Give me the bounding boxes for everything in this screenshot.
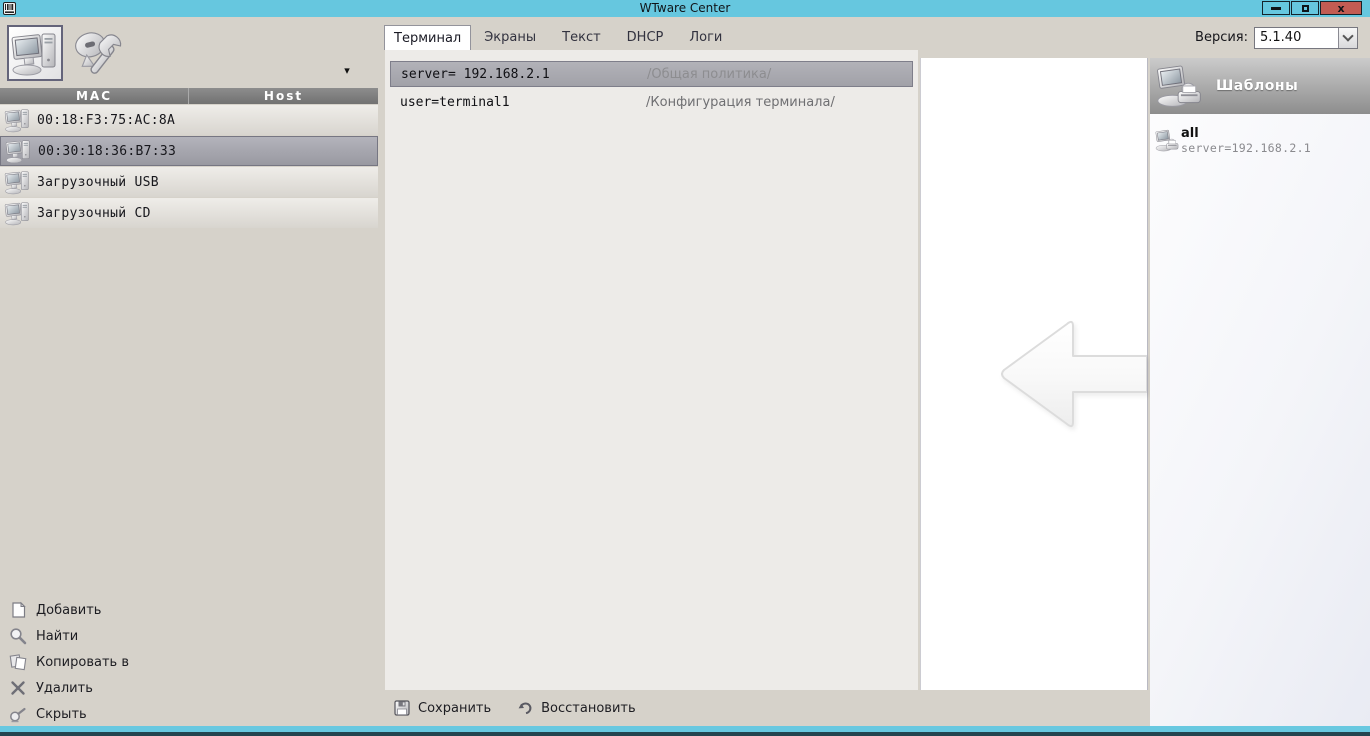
- computer-icon: [4, 169, 31, 195]
- find-label: Найти: [36, 629, 78, 644]
- template-detail: server=192.168.2.1: [1181, 141, 1311, 155]
- tab-dhcp[interactable]: DHCP: [614, 25, 677, 50]
- config-row-selected[interactable]: server= 192.168.2.1 /Общая политика/: [390, 61, 913, 87]
- template-name: all: [1181, 126, 1199, 141]
- chevron-down-icon: ▾: [344, 64, 350, 77]
- undo-icon: [517, 700, 533, 716]
- terminal-mac: 00:30:18:36:B7:33: [38, 144, 176, 159]
- terminal-row[interactable]: Загрузочный USB: [0, 167, 378, 197]
- list-options-dropdown[interactable]: ▾: [336, 60, 358, 80]
- floppy-icon: [394, 700, 410, 716]
- add-button[interactable]: Добавить: [0, 597, 378, 623]
- search-icon: [9, 627, 27, 645]
- minimize-icon: [1271, 7, 1281, 10]
- maximize-button[interactable]: [1291, 1, 1319, 15]
- terminal-config-panel: server= 192.168.2.1 /Общая политика/ use…: [385, 50, 918, 690]
- save-button[interactable]: Сохранить: [394, 700, 491, 716]
- footer-toolbar: Сохранить Восстановить: [379, 690, 1150, 726]
- template-drop-panel: [920, 58, 1148, 690]
- version-combobox[interactable]: 5.1.40: [1254, 27, 1358, 49]
- computer-printer-icon: [1156, 62, 1204, 110]
- close-icon: x: [1337, 3, 1344, 14]
- templates-panel: Шаблоны all server=192.168.2.1: [1150, 58, 1370, 726]
- terminal-row[interactable]: Загрузочный CD: [0, 198, 378, 228]
- computer-printer-icon: [1155, 128, 1180, 153]
- templates-header: Шаблоны: [1150, 58, 1370, 114]
- restore-button[interactable]: Восстановить: [517, 700, 636, 716]
- tools-icon: [71, 28, 125, 82]
- delete-label: Удалить: [36, 681, 93, 696]
- computer-icon: [5, 138, 32, 164]
- version-label: Версия:: [1195, 30, 1248, 45]
- copy-to-label: Копировать в: [36, 655, 129, 670]
- terminal-mac: 00:18:F3:75:AC:8A: [37, 113, 175, 128]
- column-header-host[interactable]: Host: [189, 88, 378, 104]
- save-label: Сохранить: [418, 701, 491, 716]
- bottom-edge-strip: [0, 732, 1370, 736]
- new-document-icon: [9, 601, 27, 619]
- title-bar: WTware Center x: [0, 0, 1370, 17]
- hide-button[interactable]: Скрыть: [0, 701, 378, 727]
- config-row[interactable]: user=terminal1 /Конфигурация терминала/: [390, 90, 913, 116]
- left-arrow-icon: [997, 315, 1147, 433]
- config-key: server= 192.168.2.1: [401, 62, 550, 88]
- close-button[interactable]: x: [1320, 1, 1362, 15]
- chevron-down-icon: [1342, 30, 1353, 41]
- config-key: user=terminal1: [400, 90, 510, 116]
- tab-screens[interactable]: Экраны: [471, 25, 549, 50]
- window-title: WTware Center: [0, 0, 1370, 17]
- computer-icon: [4, 107, 31, 133]
- version-value: 5.1.40: [1255, 28, 1338, 48]
- terminal-actions: Добавить Найти Копировать в Удалить Скры…: [0, 597, 378, 727]
- column-header-mac[interactable]: MAC: [0, 88, 189, 104]
- terminal-mac: Загрузочный USB: [37, 175, 159, 190]
- terminal-row[interactable]: 00:18:F3:75:AC:8A: [0, 105, 378, 135]
- tab-terminal[interactable]: Терминал: [384, 25, 471, 50]
- minimize-button[interactable]: [1262, 1, 1290, 15]
- hide-label: Скрыть: [36, 707, 87, 722]
- tab-bar: Терминал Экраны Текст DHCP Логи Версия: …: [384, 25, 1370, 50]
- add-label: Добавить: [36, 603, 101, 618]
- hide-icon: [9, 705, 27, 723]
- maximize-icon: [1302, 5, 1309, 12]
- restore-label: Восстановить: [541, 701, 636, 716]
- terminals-view-button[interactable]: [7, 25, 63, 81]
- terminal-table-header: MAC Host: [0, 88, 378, 104]
- version-chooser: Версия: 5.1.40: [1195, 25, 1358, 50]
- wtware-center-window: WTware Center x ▾ MAC Host 00:18:F3:75:A…: [0, 0, 1370, 736]
- config-comment: /Общая политика/: [647, 62, 771, 88]
- delete-button[interactable]: Удалить: [0, 675, 378, 701]
- tab-text[interactable]: Текст: [549, 25, 614, 50]
- computer-icon: [11, 29, 59, 77]
- config-comment: /Конфигурация терминала/: [646, 90, 835, 116]
- terminal-row-selected[interactable]: 00:30:18:36:B7:33: [0, 136, 378, 166]
- settings-view-button[interactable]: [68, 26, 128, 84]
- delete-icon: [9, 679, 27, 697]
- terminal-mac: Загрузочный CD: [37, 206, 151, 221]
- find-button[interactable]: Найти: [0, 623, 378, 649]
- copy-to-button[interactable]: Копировать в: [0, 649, 378, 675]
- computer-icon: [4, 200, 31, 226]
- tab-logs[interactable]: Логи: [676, 25, 735, 50]
- template-item-all[interactable]: all server=192.168.2.1: [1150, 126, 1370, 162]
- copy-icon: [9, 653, 27, 671]
- terminal-list: 00:18:F3:75:AC:8A 00:30:18:36:B7:33 Загр…: [0, 105, 378, 229]
- templates-title: Шаблоны: [1216, 78, 1298, 94]
- version-dropdown-button[interactable]: [1338, 28, 1357, 48]
